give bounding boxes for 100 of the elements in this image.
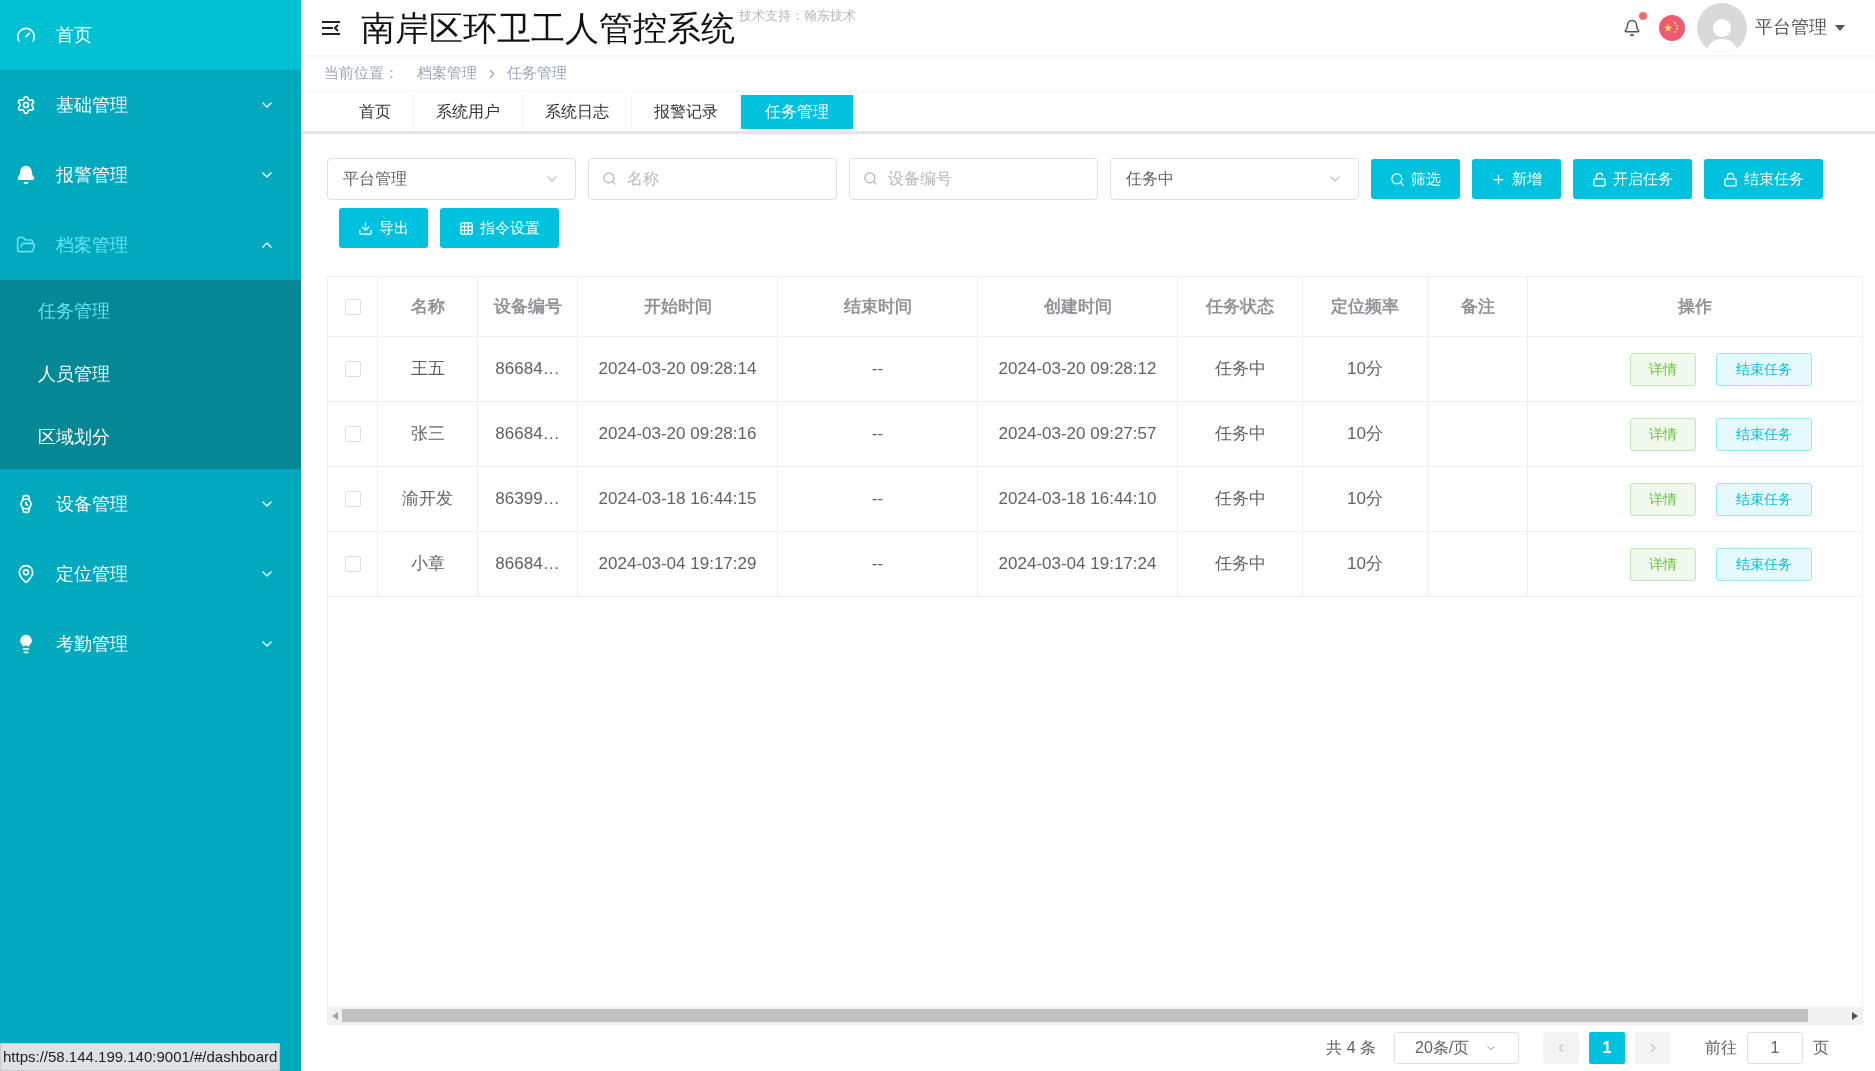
sidebar-item[interactable]: 首页 [0, 0, 301, 70]
search-icon [602, 171, 617, 186]
checkbox[interactable] [344, 361, 361, 377]
flag-icon[interactable] [1659, 14, 1685, 41]
scroll-right-icon[interactable] [1852, 1011, 1858, 1020]
checkbox[interactable] [344, 298, 361, 315]
table-cell-text: 10分 [1347, 488, 1383, 511]
table-row[interactable]: 小章 86684… 2024-03-04 19:17:29 -- 2024-03-04 19:17:24 任务中 10分 详情 结束任务 [328, 532, 1862, 597]
status-url: https://58.144.199.140:9001/#/dashboard [0, 1042, 281, 1071]
details-button[interactable]: 详情 [1630, 352, 1696, 386]
download-icon [358, 220, 373, 236]
action-button[interactable]: 指令设置 [440, 208, 559, 248]
lock-icon [1723, 171, 1738, 187]
sidebar-item[interactable]: 报警管理 [0, 140, 301, 210]
end-task-button[interactable]: 结束任务 [1716, 417, 1812, 451]
horizontal-scrollbar[interactable] [328, 1007, 1862, 1024]
tab[interactable]: 首页 [337, 95, 414, 129]
bell-icon [16, 165, 36, 185]
breadcrumb-item[interactable]: 任务管理 [507, 62, 567, 85]
table-cell-text: 任务中 [1214, 358, 1266, 381]
table-cell-text: 2024-03-04 19:17:24 [998, 553, 1157, 576]
plus-icon [1491, 171, 1506, 187]
sidebar-item[interactable]: 考勤管理 [0, 609, 301, 679]
table-row[interactable]: 王五 86684… 2024-03-20 09:28:14 -- 2024-03-20 09:28:12 任务中 10分 详情 结束任务 [328, 337, 1862, 402]
column-header: 开始时间 [643, 295, 712, 318]
scroll-left-icon[interactable] [332, 1011, 338, 1020]
breadcrumb-label: 当前位置： [324, 63, 399, 84]
gauge-icon [16, 25, 36, 45]
prev-page-button[interactable] [1543, 1032, 1579, 1064]
table-row[interactable]: 渝开发 86399… 2024-03-18 16:44:15 -- 2024-03-18 16:44:10 任务中 10分 详情 结束任务 [328, 467, 1862, 532]
goto-page-field[interactable]: 1 [1747, 1032, 1803, 1064]
column-header: 任务状态 [1206, 295, 1274, 318]
checkbox[interactable] [344, 491, 361, 507]
unlock-icon [1592, 171, 1607, 187]
column-header: 操作 [1678, 295, 1712, 318]
table-cell-text: 任务中 [1214, 423, 1266, 446]
search-icon [1390, 171, 1405, 187]
submenu-item[interactable]: 任务管理 [0, 280, 301, 343]
tech-support-text: 技术支持：翰东技术 [739, 7, 856, 25]
page-size-select[interactable]: 20条/页 [1394, 1032, 1519, 1064]
table-row[interactable]: 张三 86684… 2024-03-20 09:28:16 -- 2024-03-20 09:27:57 任务中 10分 详情 结束任务 [328, 402, 1862, 467]
table-cell-text: 2024-03-18 16:44:10 [998, 488, 1157, 511]
sidebar-item[interactable]: 档案管理 [0, 210, 301, 280]
input-field[interactable]: 名称 [588, 158, 837, 200]
tab[interactable]: 任务管理 [741, 95, 853, 129]
sidebar-item[interactable]: 定位管理 [0, 539, 301, 609]
action-button[interactable]: 新增 [1472, 159, 1561, 199]
action-button[interactable]: 开启任务 [1573, 159, 1692, 199]
breadcrumb-item[interactable]: 档案管理 [417, 62, 477, 85]
table-cell-text: 张三 [410, 423, 445, 446]
details-button[interactable]: 详情 [1630, 482, 1696, 516]
avatar[interactable] [1697, 2, 1747, 53]
menu-icon[interactable] [321, 19, 341, 36]
column-header: 设备编号 [493, 295, 562, 318]
table-cell-text: 10分 [1347, 423, 1383, 446]
page-button[interactable]: 1 [1589, 1032, 1625, 1064]
column-header: 定位频率 [1331, 295, 1399, 318]
table-cell-text: -- [871, 358, 884, 381]
total-count: 共 4 条 [1326, 1038, 1376, 1058]
end-task-button[interactable]: 结束任务 [1716, 547, 1812, 581]
end-task-button[interactable]: 结束任务 [1716, 352, 1812, 386]
action-button[interactable]: 导出 [339, 208, 428, 248]
details-button[interactable]: 详情 [1630, 417, 1696, 451]
tab[interactable]: 系统日志 [523, 95, 632, 129]
gear-icon [16, 95, 36, 115]
next-page-button[interactable] [1635, 1032, 1671, 1064]
sidebar-item[interactable]: 基础管理 [0, 70, 301, 140]
table-cell-text: 86684… [495, 358, 560, 381]
end-task-button[interactable]: 结束任务 [1716, 482, 1812, 516]
checkbox[interactable] [344, 556, 361, 572]
tab[interactable]: 系统用户 [414, 95, 523, 129]
column-header: 结束时间 [843, 295, 912, 318]
select-field[interactable]: 平台管理 [327, 158, 576, 200]
table-cell-text: 2024-03-18 16:44:15 [598, 488, 757, 511]
table-cell-text: 2024-03-04 19:17:29 [598, 553, 757, 576]
table-cell-text: -- [871, 423, 884, 446]
bell-icon[interactable] [1623, 18, 1641, 37]
submenu-item[interactable]: 人员管理 [0, 343, 301, 406]
checkbox[interactable] [344, 426, 361, 442]
table-cell-text: 2024-03-20 09:28:16 [598, 423, 757, 446]
action-button[interactable]: 筛选 [1371, 159, 1460, 199]
grid-icon [459, 220, 474, 236]
column-header: 创建时间 [1043, 295, 1112, 318]
table-cell-text: 10分 [1347, 358, 1383, 381]
table-cell-text: -- [871, 488, 884, 511]
table-cell-text: 王五 [410, 358, 445, 381]
select-field[interactable]: 任务中 [1110, 158, 1359, 200]
table-cell-text: 86684… [495, 423, 560, 446]
table-cell-text: 86684… [495, 553, 560, 576]
submenu-item[interactable]: 区域划分 [0, 406, 301, 469]
action-button[interactable]: 结束任务 [1704, 159, 1823, 199]
search-icon [863, 171, 878, 186]
details-button[interactable]: 详情 [1630, 547, 1696, 581]
sidebar-item[interactable]: 设备管理 [0, 469, 301, 539]
folder-icon [16, 235, 36, 255]
table-cell-text: 2024-03-20 09:28:14 [598, 358, 757, 381]
input-field[interactable]: 设备编号 [849, 158, 1098, 200]
table-cell-text: 任务中 [1214, 488, 1266, 511]
caret-icon [1835, 24, 1845, 31]
user-name[interactable]: 平台管理 [1755, 14, 1827, 41]
